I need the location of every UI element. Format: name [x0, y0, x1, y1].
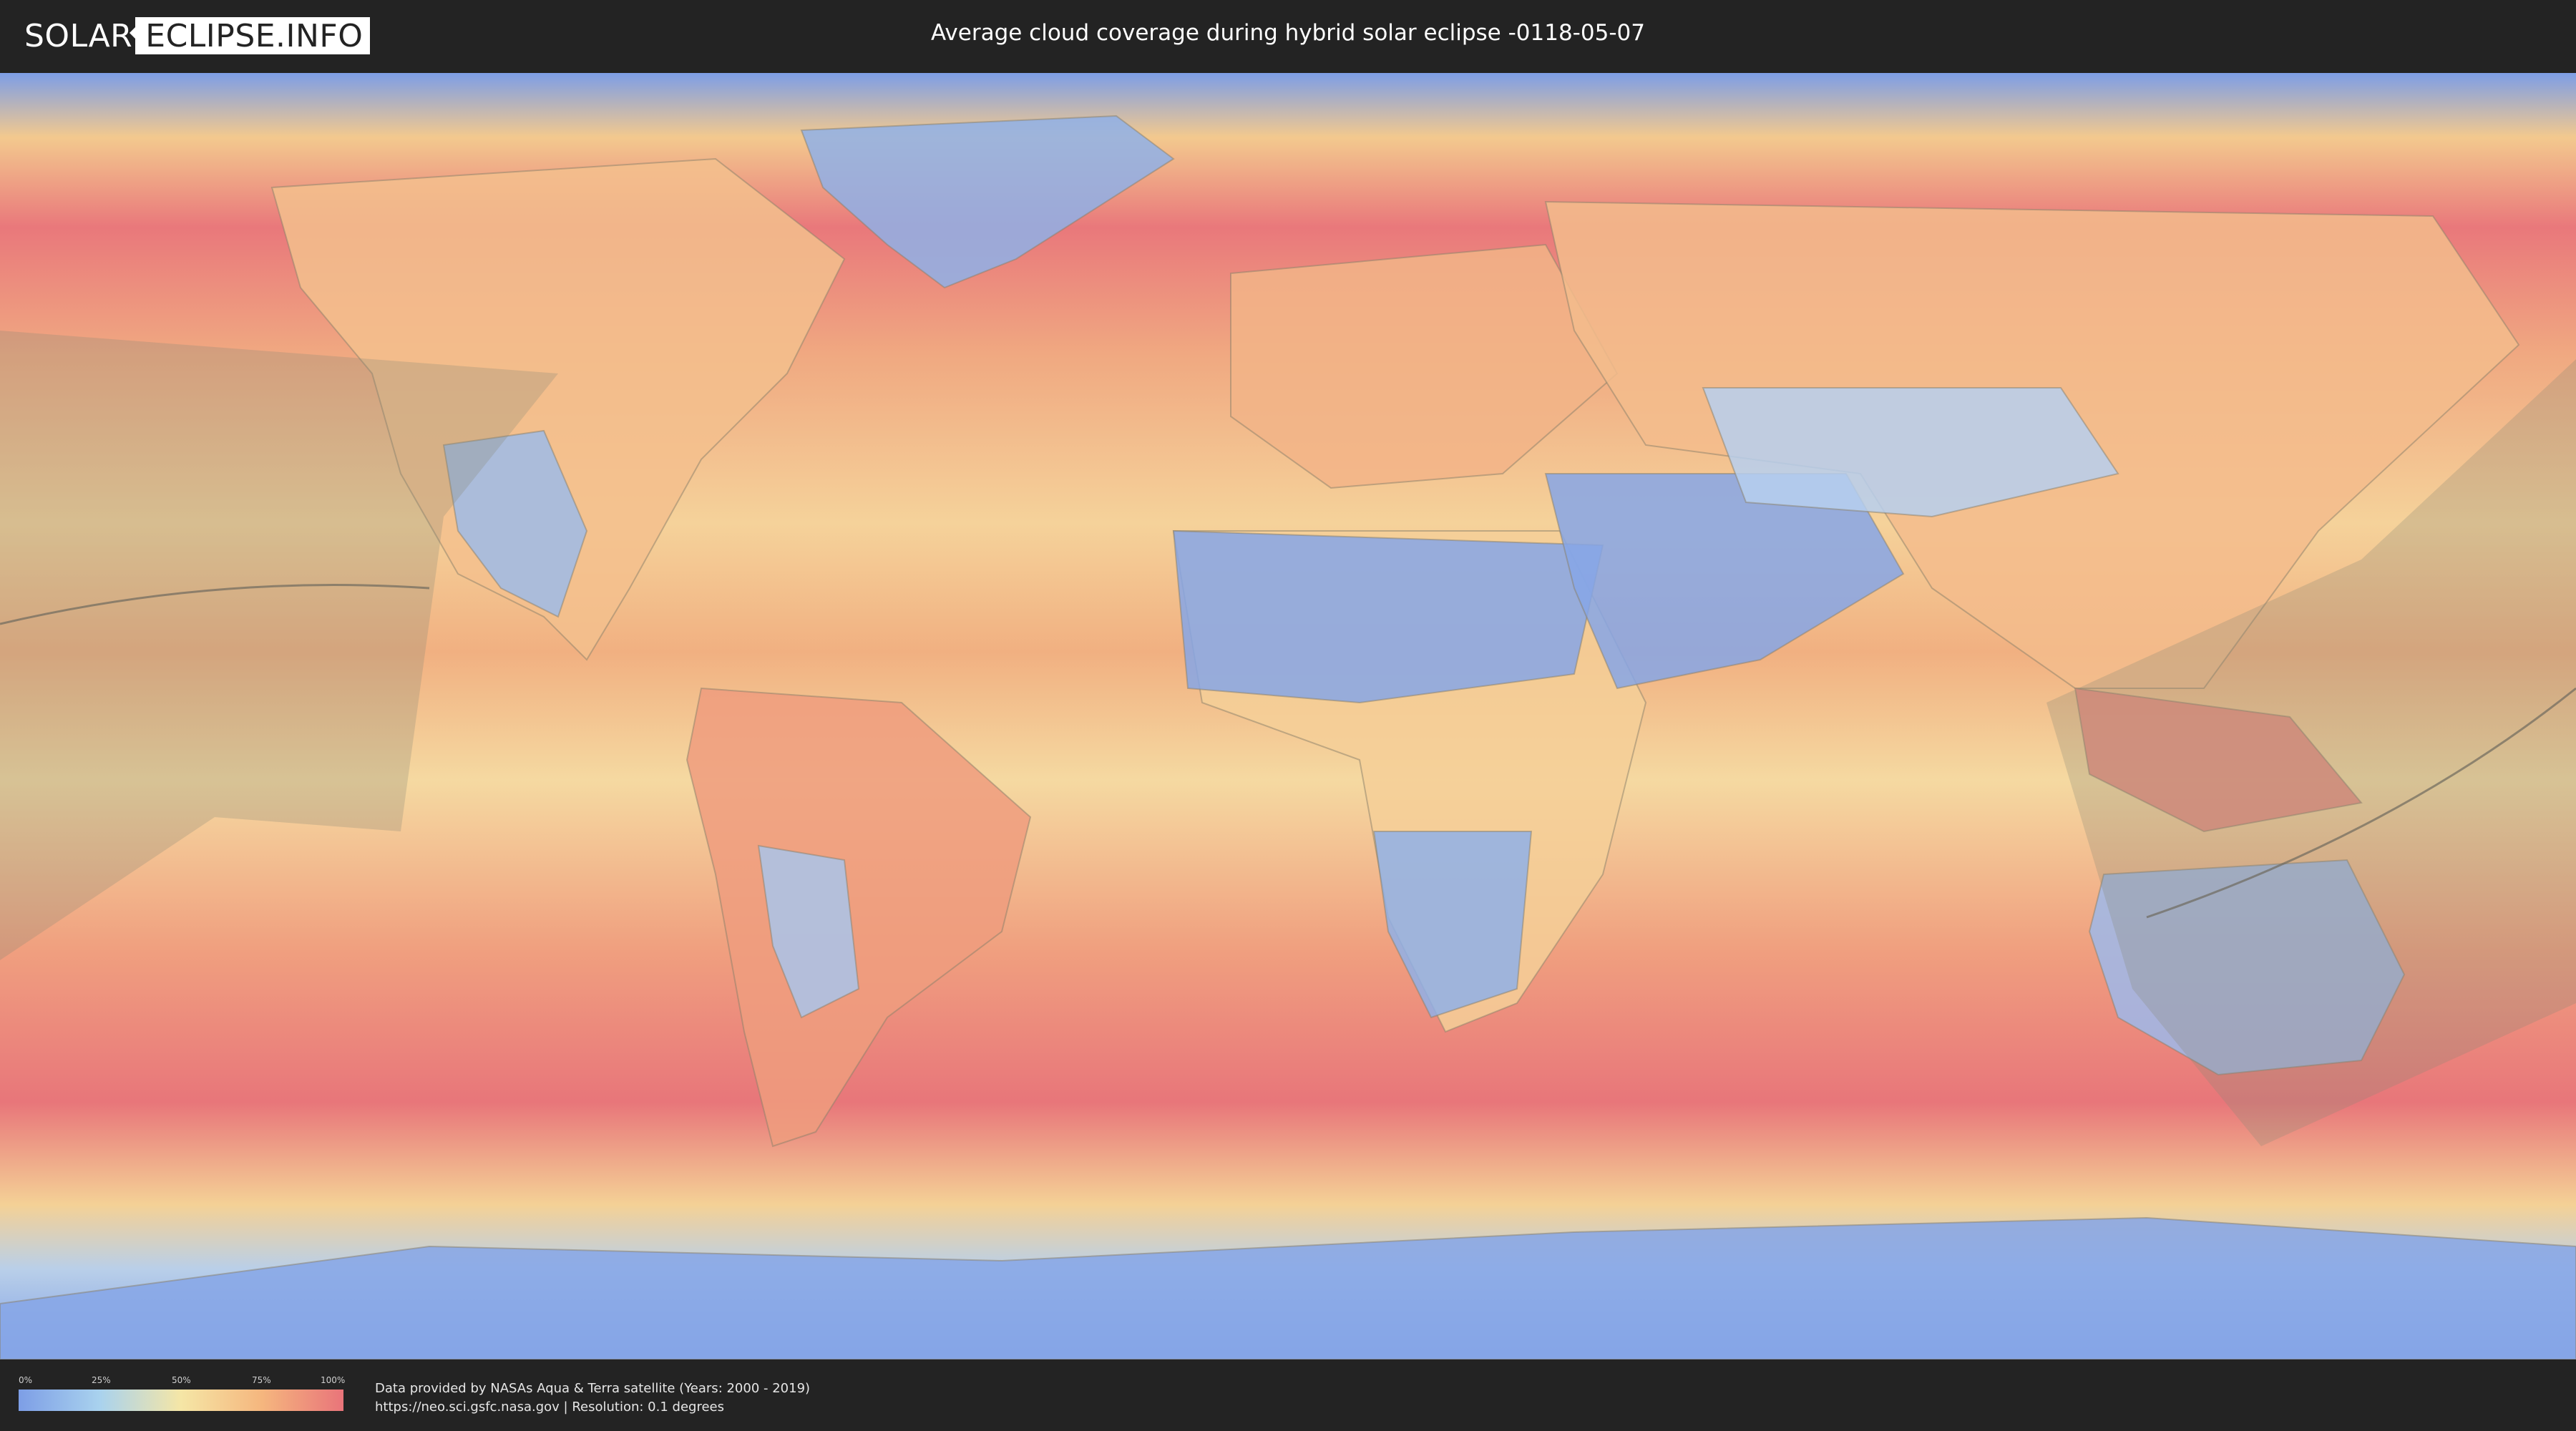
data-credits: Data provided by NASAs Aqua & Terra sate…	[375, 1379, 810, 1417]
header-bar: SOLAR ECLIPSE.INFO Average cloud coverag…	[0, 0, 2576, 73]
legend-tick-25: 25%	[92, 1375, 111, 1385]
legend-tick-0: 0%	[19, 1375, 33, 1385]
sahara-region	[1172, 529, 1604, 704]
cloud-coverage-map[interactable]	[0, 73, 2576, 1359]
legend-tick-50: 50%	[172, 1375, 191, 1385]
cloud-coverage-legend: 0% 25% 50% 75% 100%	[19, 1375, 346, 1417]
credit-line-source: Data provided by NASAs Aqua & Terra sate…	[375, 1381, 811, 1396]
credit-line-url[interactable]: https://neo.sci.gsfc.nasa.gov | Resoluti…	[375, 1398, 810, 1417]
page-title: Average cloud coverage during hybrid sol…	[931, 20, 1645, 46]
legend-tick-75: 75%	[252, 1375, 271, 1385]
world-map-svg	[0, 73, 2576, 1359]
legend-color-bar	[19, 1390, 343, 1411]
footer-bar: 0% 25% 50% 75% 100% Data provided by NAS…	[0, 1359, 2576, 1431]
legend-tick-100: 100%	[321, 1375, 346, 1385]
